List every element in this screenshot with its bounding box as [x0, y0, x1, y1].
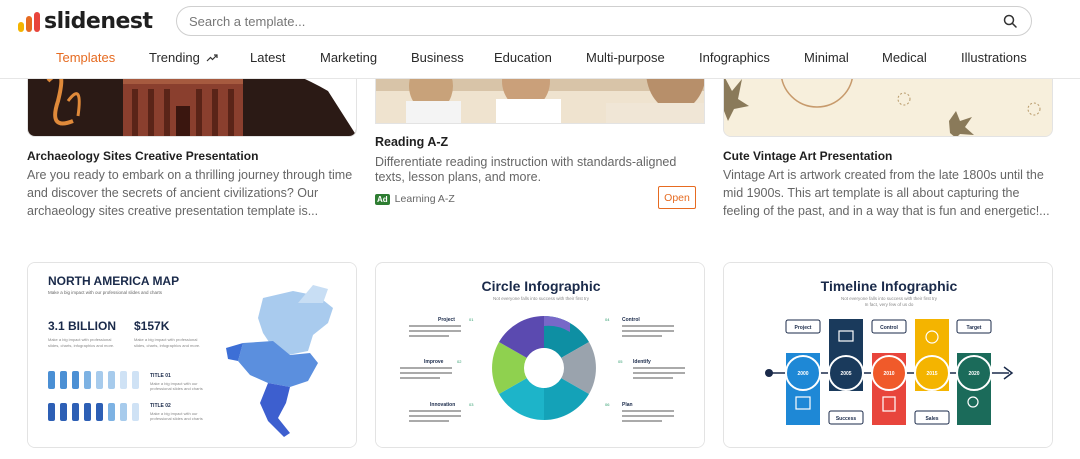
logo-text: slidenest	[44, 8, 153, 34]
nav-item-templates[interactable]: Templates	[56, 50, 115, 65]
logo[interactable]: slidenest	[18, 7, 153, 35]
nav-item-multi-purpose[interactable]: Multi-purpose	[586, 50, 665, 65]
svg-text:01: 01	[469, 317, 474, 322]
timeline-label-success: Success	[836, 416, 857, 422]
map-title-01: TITLE 01	[150, 373, 171, 379]
circle-infographic-thumbnail[interactable]: Circle Infographic Not everyone falls in…	[375, 262, 705, 448]
ad-description: Differentiate reading instruction with s…	[375, 155, 677, 184]
circle-item-improve: Improve	[424, 359, 444, 365]
svg-text:06: 06	[605, 402, 610, 407]
svg-text:03: 03	[469, 402, 474, 407]
card-description-archaeology: Are you ready to embark on a thrilling j…	[27, 168, 353, 218]
circle-item-identify: Identify	[633, 359, 651, 365]
nav-item-latest[interactable]: Latest	[250, 50, 285, 65]
nav-item-education[interactable]: Education	[494, 50, 552, 65]
timeline-label-target: Target	[967, 325, 982, 331]
card-title-vintage[interactable]: Cute Vintage Art Presentation	[723, 149, 892, 163]
circle-item-project: Project	[438, 317, 455, 323]
circle-infographic-slide: Circle Infographic Not everyone falls in…	[376, 263, 704, 447]
svg-text:Make a big impact with profess: Make a big impact with professional	[134, 337, 197, 342]
circle-item-innovation: Innovation	[430, 402, 455, 408]
svg-text:2015: 2015	[926, 371, 937, 377]
circle-item-plan: Plan	[622, 402, 633, 408]
svg-text:2000: 2000	[797, 371, 808, 377]
svg-text:2020: 2020	[968, 371, 979, 377]
circle-slide-title: Circle Infographic	[481, 278, 600, 294]
ad-badge: Ad	[375, 193, 390, 205]
nav-item-marketing[interactable]: Marketing	[320, 50, 377, 65]
svg-text:2010: 2010	[883, 371, 894, 377]
svg-text:2005: 2005	[840, 371, 851, 377]
page: Archaeology Sites Creative Presentation …	[0, 0, 1080, 459]
circle-ring	[492, 316, 596, 420]
search-input[interactable]	[189, 13, 1003, 29]
svg-text:In fact, very few of us do: In fact, very few of us do	[865, 302, 914, 307]
svg-text:professional slides and charts: professional slides and charts	[150, 386, 203, 391]
svg-text:05: 05	[618, 359, 623, 364]
map-slide-title: NORTH AMERICA MAP	[48, 274, 179, 288]
circle-slide-subtitle: Not everyone falls into success with the…	[493, 296, 590, 301]
card-title-archaeology[interactable]: Archaeology Sites Creative Presentation	[27, 149, 258, 163]
category-nav: Templates Trending Latest Marketing Busi…	[0, 50, 1080, 72]
north-america-map-thumbnail[interactable]: NORTH AMERICA MAP Make a big impact with…	[27, 262, 357, 448]
timeline-label-sales: Sales	[925, 416, 938, 422]
map-stat-2: $157K	[134, 319, 170, 333]
map-stat-1: 3.1 BILLION	[48, 319, 116, 333]
svg-text:02: 02	[457, 359, 462, 364]
circle-item-control: Control	[622, 317, 640, 323]
svg-text:slides, charts, infographics a: slides, charts, infographics and more.	[134, 343, 200, 348]
nav-item-trending[interactable]: Trending	[149, 50, 218, 65]
search-bar[interactable]	[176, 6, 1032, 36]
svg-text:slides, charts, infographics a: slides, charts, infographics and more.	[48, 343, 114, 348]
map-slide-subtitle: Make a big impact with our professional …	[48, 290, 163, 295]
timeline-infographic-thumbnail[interactable]: Timeline Infographic Not everyone falls …	[723, 262, 1053, 448]
svg-text:04: 04	[605, 317, 610, 322]
timeline-infographic-slide: Timeline Infographic Not everyone falls …	[724, 263, 1052, 447]
card-description-vintage: Vintage Art is artwork created from the …	[723, 168, 1050, 218]
svg-text:Make a big impact with profess: Make a big impact with professional	[48, 337, 111, 342]
ad-open-button[interactable]: Open	[658, 186, 696, 209]
nav-item-infographics[interactable]: Infographics	[699, 50, 770, 65]
north-america-map-slide: NORTH AMERICA MAP Make a big impact with…	[28, 263, 356, 447]
ad-advertiser[interactable]: Learning A-Z	[395, 193, 455, 205]
trending-up-icon	[206, 54, 218, 62]
nav-item-illustrations[interactable]: Illustrations	[961, 50, 1027, 65]
ad-title[interactable]: Reading A-Z	[375, 135, 448, 149]
map-title-02: TITLE 02	[150, 403, 171, 409]
timeline-slide-title: Timeline Infographic	[821, 278, 958, 294]
ad-attribution: Ad Learning A-Z	[375, 193, 455, 205]
nav-item-medical[interactable]: Medical	[882, 50, 927, 65]
logo-mark-icon	[18, 10, 40, 32]
svg-text:Not everyone falls into succes: Not everyone falls into success with the…	[841, 296, 938, 301]
nav-item-minimal[interactable]: Minimal	[804, 50, 849, 65]
timeline-label-control: Control	[880, 325, 898, 331]
site-header: slidenest Templates Trending Latest Mark…	[0, 0, 1080, 79]
svg-text:professional slides and charts: professional slides and charts	[150, 416, 203, 421]
nav-item-business[interactable]: Business	[411, 50, 464, 65]
timeline-label-project: Project	[795, 325, 812, 331]
search-icon[interactable]	[1003, 14, 1017, 28]
